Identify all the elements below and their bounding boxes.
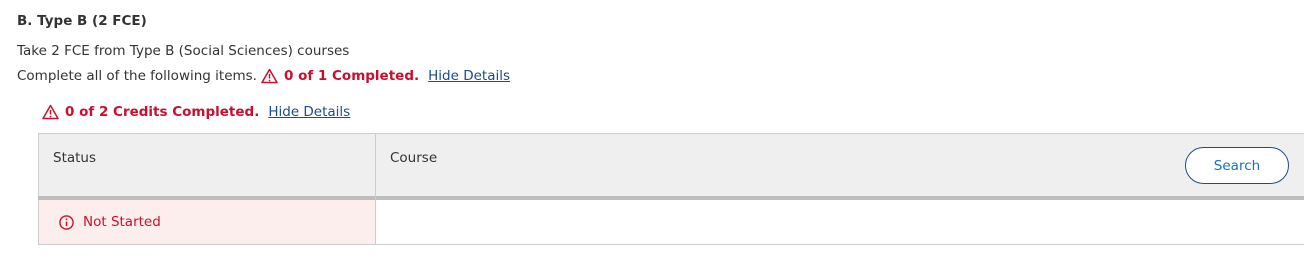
courses-table: Status Course Search Not Started [38,133,1304,245]
status-column-header: Status [53,150,97,166]
credits-completion-status: 0 of 2 Credits Completed. [65,104,260,120]
requirement-completion-status: 0 of 1 Completed. [283,68,420,84]
requirement-instruction: Complete all of the following items. [17,68,257,84]
search-button[interactable]: Search [1185,147,1289,184]
column-divider [375,133,376,245]
warning-icon [42,104,59,120]
requirement-description: Take 2 FCE from Type B (Social Sciences)… [17,43,350,59]
table-row: Not Started [38,200,1304,245]
course-column-header: Course [390,150,438,166]
info-icon [59,214,74,230]
table-header: Status Course Search [38,133,1304,196]
requirement-title: B. Type B (2 FCE) [17,13,147,29]
warning-icon [261,68,278,84]
status-cell: Not Started [38,200,375,244]
credits-hide-details-link[interactable]: Hide Details [268,104,350,120]
credits-status-line: 0 of 2 Credits Completed. Hide Details [42,104,350,120]
status-label: Not Started [83,214,161,230]
requirement-status-line: Complete all of the following items. 0 o… [17,68,510,84]
hide-details-link[interactable]: Hide Details [428,68,510,84]
